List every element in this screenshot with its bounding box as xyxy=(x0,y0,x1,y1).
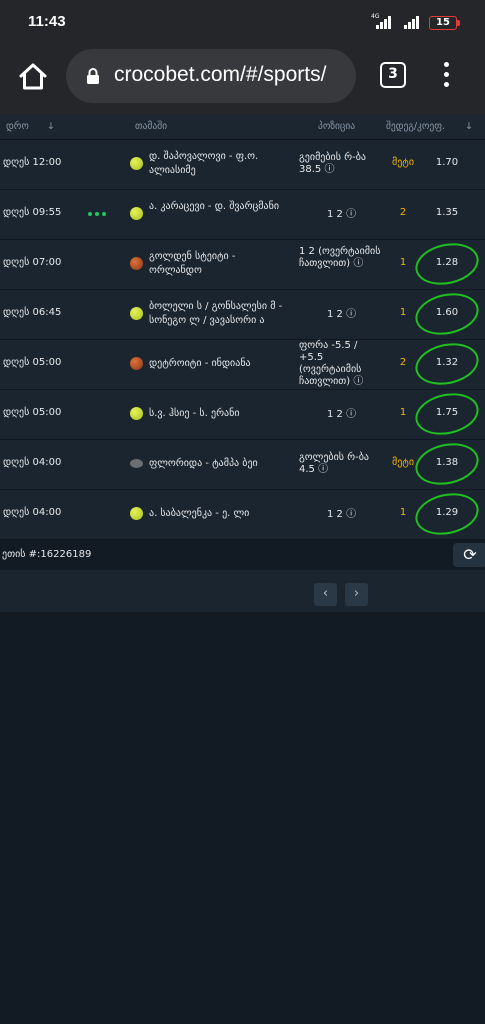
header-bet[interactable]: შედეგ/კოეფ. xyxy=(386,121,445,132)
refresh-icon: ⟳ xyxy=(463,545,477,564)
row-outcome: 2 xyxy=(399,207,407,218)
row-outcome: 1 xyxy=(399,257,407,268)
lock-icon xyxy=(87,68,99,84)
pagination: ‹ › xyxy=(0,570,485,612)
row-odds: 1.35 xyxy=(435,207,459,218)
row-date: დღეს 04:00 xyxy=(3,457,62,468)
header-date[interactable]: დრო xyxy=(6,121,29,132)
row-match: დ. შაპოვალოვი - ფ.ო. ალიასიმე xyxy=(149,151,259,176)
table-row[interactable]: დღეს 04:00 ფლორიდა - ტამპა ბეი გოლების რ… xyxy=(0,437,485,491)
ticket-number: ეთის #:16226189 xyxy=(2,549,92,560)
row-outcome: 2 xyxy=(399,357,407,368)
row-position: გეიმების რ-ბა 38.5 ⓘ xyxy=(299,152,366,175)
next-page-button[interactable]: › xyxy=(345,583,368,606)
row-date: დღეს 12:00 xyxy=(3,157,62,168)
refresh-button[interactable]: ⟳ xyxy=(453,543,485,567)
row-date: დღეს 04:00 xyxy=(3,507,62,518)
live-indicator-icon xyxy=(88,212,110,218)
header-position: პოზიცია xyxy=(318,121,356,132)
row-position: გოლების რ-ბა 4.5 ⓘ xyxy=(299,452,369,475)
prev-page-button[interactable]: ‹ xyxy=(314,583,337,606)
row-match: ფლორიდა - ტამპა ბეი xyxy=(149,458,258,469)
home-button[interactable] xyxy=(14,58,52,96)
highlight-circle xyxy=(411,437,483,491)
row-date: დღეს 09:55 xyxy=(3,207,62,218)
row-date: დღეს 05:00 xyxy=(3,357,62,368)
cell-signal-icon-2 xyxy=(402,15,422,29)
highlight-circle xyxy=(411,337,483,391)
sort-arrow-icon[interactable]: ↓ xyxy=(465,121,473,132)
row-match: ა. საბალენკა - ე. ლი xyxy=(149,508,250,519)
sort-arrow-icon[interactable]: ↓ xyxy=(47,121,55,132)
header-match: თამაში xyxy=(135,121,168,132)
row-match: ს.ვ. ჰსიე - ს. ერანი xyxy=(149,408,240,419)
row-outcome: მეტი xyxy=(391,457,415,468)
row-position: ფორა -5.5 / +5.5 (ოვერტაიმის ჩათვლით) ⓘ xyxy=(299,340,364,387)
row-match: ა. კარაცევი - დ. შვარცმანი xyxy=(149,201,280,212)
table-row[interactable]: დღეს 12:00 დ. შაპოვალოვი - ფ.ო. ალიასიმე… xyxy=(0,140,485,190)
row-outcome: 1 xyxy=(399,407,407,418)
row-outcome: 1 xyxy=(399,307,407,318)
url-text: crocobet.com/#/sports/ xyxy=(114,63,327,86)
status-time: 11:43 xyxy=(28,13,66,30)
overflow-menu-button[interactable] xyxy=(440,62,454,88)
table-row[interactable]: დღეს 05:00 ს.ვ. ჰსიე - ს. ერანი 1 2 ⓘ 1 … xyxy=(0,387,485,441)
status-bar: 11:43 4G 15 xyxy=(0,0,485,44)
row-match: დეტროიტი - ინდიანა xyxy=(149,358,251,369)
row-date: დღეს 06:45 xyxy=(3,307,62,318)
row-date: დღეს 05:00 xyxy=(3,407,62,418)
row-position: 1 2 (ოვერტაიმის ჩათვლით) ⓘ xyxy=(299,246,381,269)
bet-list: დღეს 12:00 დ. შაპოვალოვი - ფ.ო. ალიასიმე… xyxy=(0,140,485,541)
table-row[interactable]: დღეს 06:45 ბოლელი ს / გონსალესი მ - სონე… xyxy=(0,287,485,341)
cell-signal-icon xyxy=(374,15,394,29)
battery-level: 15 xyxy=(436,17,450,28)
hockey-puck-icon xyxy=(130,459,143,468)
table-row[interactable]: დღეს 07:00 გოლდენ სტეიტი - ორლანდო 1 2 (… xyxy=(0,237,485,291)
row-outcome: მეტი xyxy=(391,157,415,168)
table-row[interactable]: დღეს 05:00 დეტროიტი - ინდიანა ფორა -5.5 … xyxy=(0,337,485,391)
row-date: დღეს 07:00 xyxy=(3,257,62,268)
highlight-circle xyxy=(411,487,483,541)
row-outcome: 1 xyxy=(399,507,407,518)
table-row[interactable]: დღეს 09:55 ა. კარაცევი - დ. შვარცმანი 1 … xyxy=(0,190,485,240)
tab-switcher-button[interactable]: 3 xyxy=(380,62,406,88)
tennis-ball-icon xyxy=(130,507,143,520)
battery-icon: 15 xyxy=(429,16,457,30)
browser-toolbar: crocobet.com/#/sports/ 3 xyxy=(0,44,485,114)
ticket-bar: ეთის #:16226189 ⟳ xyxy=(0,540,485,570)
table-row[interactable]: დღეს 04:00 ა. საბალენკა - ე. ლი 1 2 ⓘ 1 … xyxy=(0,487,485,541)
table-header: დრო ↓ თამაში პოზიცია შედეგ/კოეფ. ↓ xyxy=(0,114,485,140)
tennis-ball-icon xyxy=(130,207,143,220)
battery-tip xyxy=(457,20,460,26)
row-match: ბოლელი ს / გონსალესი მ - სონეგო ლ / ვავა… xyxy=(149,301,283,326)
highlight-circle xyxy=(411,237,483,291)
row-odds: 1.70 xyxy=(435,157,459,168)
basketball-icon xyxy=(130,357,143,370)
tennis-ball-icon xyxy=(130,307,143,320)
row-match: გოლდენ სტეიტი - ორლანდო xyxy=(149,251,236,276)
tennis-ball-icon xyxy=(130,407,143,420)
home-icon xyxy=(19,63,47,90)
address-bar[interactable]: crocobet.com/#/sports/ xyxy=(66,49,356,103)
basketball-icon xyxy=(130,257,143,270)
highlight-circle xyxy=(411,287,483,341)
tennis-ball-icon xyxy=(130,157,143,170)
highlight-circle xyxy=(411,387,483,441)
